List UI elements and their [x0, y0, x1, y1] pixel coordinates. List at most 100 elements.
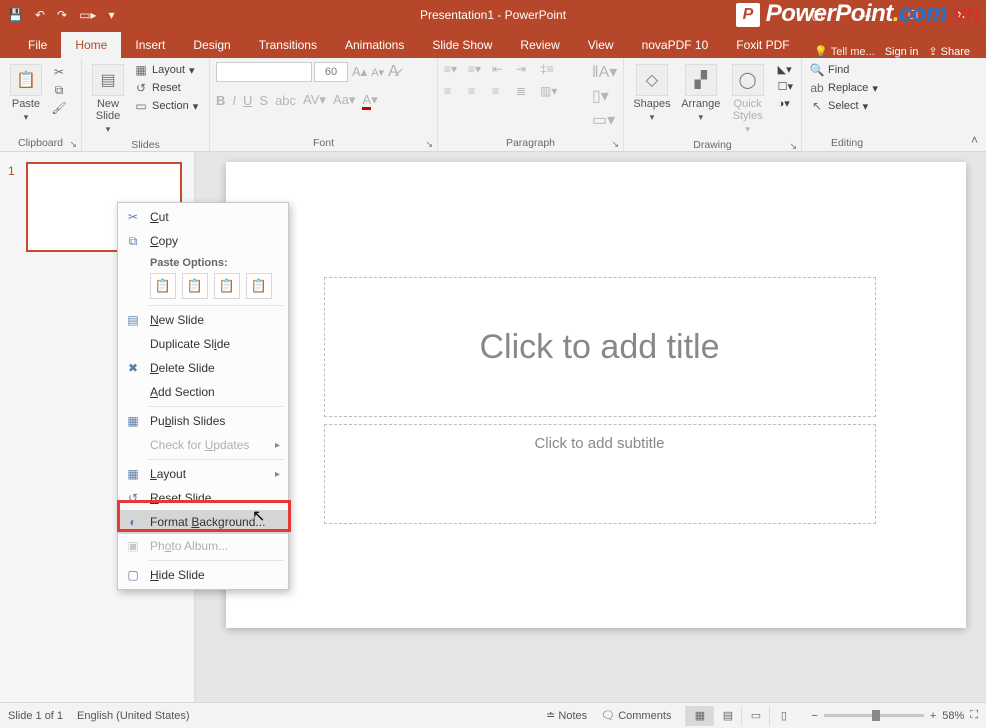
font-name-input[interactable] [216, 62, 312, 82]
inc-indent-icon[interactable]: ⇥ [516, 62, 534, 80]
maximize-icon[interactable]: ☐ [890, 0, 936, 30]
align-right-icon[interactable]: ≡ [492, 84, 510, 102]
ctx-copy[interactable]: ⧉Copy [118, 229, 288, 253]
undo-icon[interactable]: ↶ [35, 8, 45, 22]
sign-in[interactable]: Sign in [885, 46, 919, 58]
ctx-duplicate-slide[interactable]: Duplicate Slide [118, 332, 288, 356]
zoom-slider[interactable] [824, 714, 924, 717]
ctx-cut[interactable]: ✂Cut [118, 205, 288, 229]
clear-format-icon[interactable]: A̷ [388, 63, 399, 81]
language-status[interactable]: English (United States) [77, 710, 190, 722]
paste-button[interactable]: 📋 Paste▾ [6, 62, 46, 125]
tab-review[interactable]: Review [506, 32, 573, 58]
fit-window-icon[interactable]: ⛶ [970, 709, 978, 722]
font-launcher-icon[interactable]: ↘ [425, 139, 433, 150]
align-text-icon[interactable]: ▯▾ [592, 86, 617, 106]
notes-button[interactable]: ≐ Notes [546, 709, 587, 722]
collapse-ribbon-icon[interactable]: ˄ [971, 133, 978, 147]
dec-indent-icon[interactable]: ⇤ [492, 62, 510, 80]
ctx-new-slide[interactable]: ▤New Slide [118, 308, 288, 332]
start-slideshow-icon[interactable]: ▭▸ [79, 8, 96, 22]
tab-view[interactable]: View [574, 32, 628, 58]
tab-insert[interactable]: Insert [121, 32, 179, 58]
minimize-icon[interactable]: — [842, 0, 888, 30]
align-center-icon[interactable]: ≡ [468, 84, 486, 102]
tab-file[interactable]: File [14, 32, 61, 58]
tab-home[interactable]: Home [61, 32, 121, 58]
tab-transitions[interactable]: Transitions [245, 32, 331, 58]
comments-button[interactable]: 🗨 Comments [601, 709, 671, 722]
numbering-icon[interactable]: ≡▾ [468, 62, 486, 80]
drawing-launcher-icon[interactable]: ↘ [789, 141, 797, 152]
shape-effects-icon[interactable]: ◑▾ [776, 96, 795, 111]
tab-animations[interactable]: Animations [331, 32, 418, 58]
increase-font-icon[interactable]: A▴ [352, 64, 367, 80]
sorter-view-icon[interactable]: ▤ [713, 706, 741, 726]
shadow-icon[interactable]: S [259, 93, 268, 108]
title-placeholder[interactable]: Click to add title [324, 277, 876, 417]
customize-qat-icon[interactable]: ▾ [108, 8, 114, 22]
tell-me[interactable]: 💡 Tell me... [814, 45, 875, 58]
close-icon[interactable]: ✕ [938, 0, 984, 30]
zoom-control[interactable]: − + 58% ⛶ [811, 709, 978, 722]
find-button[interactable]: 🔍Find [808, 62, 880, 78]
slide-counter[interactable]: Slide 1 of 1 [8, 710, 63, 722]
tab-slideshow[interactable]: Slide Show [418, 32, 506, 58]
font-size-input[interactable] [314, 62, 348, 82]
share-button[interactable]: ⇪ Share [928, 45, 970, 58]
save-icon[interactable]: 💾 [8, 8, 23, 22]
text-direction-icon[interactable]: ‖A▾ [592, 62, 617, 82]
shape-outline-icon[interactable]: ☐▾ [776, 79, 795, 94]
paste-picture-icon[interactable]: 📋 [214, 273, 240, 299]
format-painter-button[interactable]: 🖌 [50, 100, 68, 116]
ctx-hide-slide[interactable]: ▢Hide Slide [118, 563, 288, 587]
change-case-icon[interactable]: Aa▾ [333, 92, 355, 108]
bold-icon[interactable]: B [216, 93, 225, 108]
slide-canvas-area[interactable]: Click to add title Click to add subtitle [195, 152, 986, 702]
italic-icon[interactable]: I [232, 93, 236, 108]
section-button[interactable]: ▭Section ▾ [132, 98, 200, 114]
ctx-add-section[interactable]: Add Section [118, 380, 288, 404]
tab-design[interactable]: Design [179, 32, 244, 58]
cut-button[interactable]: ✂ [50, 64, 68, 80]
paste-source-format-icon[interactable]: 📋 [182, 273, 208, 299]
subtitle-placeholder[interactable]: Click to add subtitle [324, 424, 876, 524]
ctx-layout[interactable]: ▦Layout▸ [118, 462, 288, 486]
layout-button[interactable]: ▦Layout ▾ [132, 62, 200, 78]
arrange-button[interactable]: ▞Arrange▾ [678, 62, 724, 125]
strike-icon[interactable]: abc [275, 93, 296, 108]
copy-button[interactable]: ⧉ [50, 82, 68, 98]
tab-novapdf[interactable]: novaPDF 10 [628, 32, 723, 58]
paste-dest-theme-icon[interactable]: 📋 [150, 273, 176, 299]
quick-styles-button[interactable]: ◯Quick Styles▾ [728, 62, 768, 137]
slide-page[interactable]: Click to add title Click to add subtitle [226, 162, 966, 628]
line-spacing-icon[interactable]: ‡≡ [540, 62, 558, 80]
ctx-publish-slides[interactable]: ▦Publish Slides [118, 409, 288, 433]
shape-fill-icon[interactable]: ◣▾ [776, 62, 795, 77]
ribbon-display-icon[interactable]: ▢ [794, 0, 840, 30]
shapes-button[interactable]: ◇Shapes▾ [630, 62, 674, 125]
zoom-level[interactable]: 58% [942, 710, 964, 722]
normal-view-icon[interactable]: ▦ [685, 706, 713, 726]
select-button[interactable]: ↖Select ▾ [808, 98, 880, 114]
font-color-icon[interactable]: A▾ [362, 92, 377, 108]
zoom-in-icon[interactable]: + [930, 710, 936, 722]
paste-text-only-icon[interactable]: 📋 [246, 273, 272, 299]
decrease-font-icon[interactable]: A▾ [371, 66, 384, 79]
justify-icon[interactable]: ≣ [516, 84, 534, 102]
reading-view-icon[interactable]: ▭ [741, 706, 769, 726]
ctx-delete-slide[interactable]: ✖Delete Slide [118, 356, 288, 380]
spacing-icon[interactable]: AV▾ [303, 92, 326, 108]
slideshow-view-icon[interactable]: ▯ [769, 706, 797, 726]
underline-icon[interactable]: U [243, 93, 252, 108]
tab-foxit[interactable]: Foxit PDF [722, 32, 803, 58]
reset-button[interactable]: ↺Reset [132, 80, 200, 96]
redo-icon[interactable]: ↷ [57, 8, 67, 22]
columns-icon[interactable]: ▥▾ [540, 84, 558, 102]
bullets-icon[interactable]: ≡▾ [444, 62, 462, 80]
zoom-out-icon[interactable]: − [811, 710, 817, 722]
clipboard-launcher-icon[interactable]: ↘ [69, 139, 77, 150]
para-launcher-icon[interactable]: ↘ [611, 139, 619, 150]
replace-button[interactable]: abReplace ▾ [808, 80, 880, 96]
align-left-icon[interactable]: ≡ [444, 84, 462, 102]
